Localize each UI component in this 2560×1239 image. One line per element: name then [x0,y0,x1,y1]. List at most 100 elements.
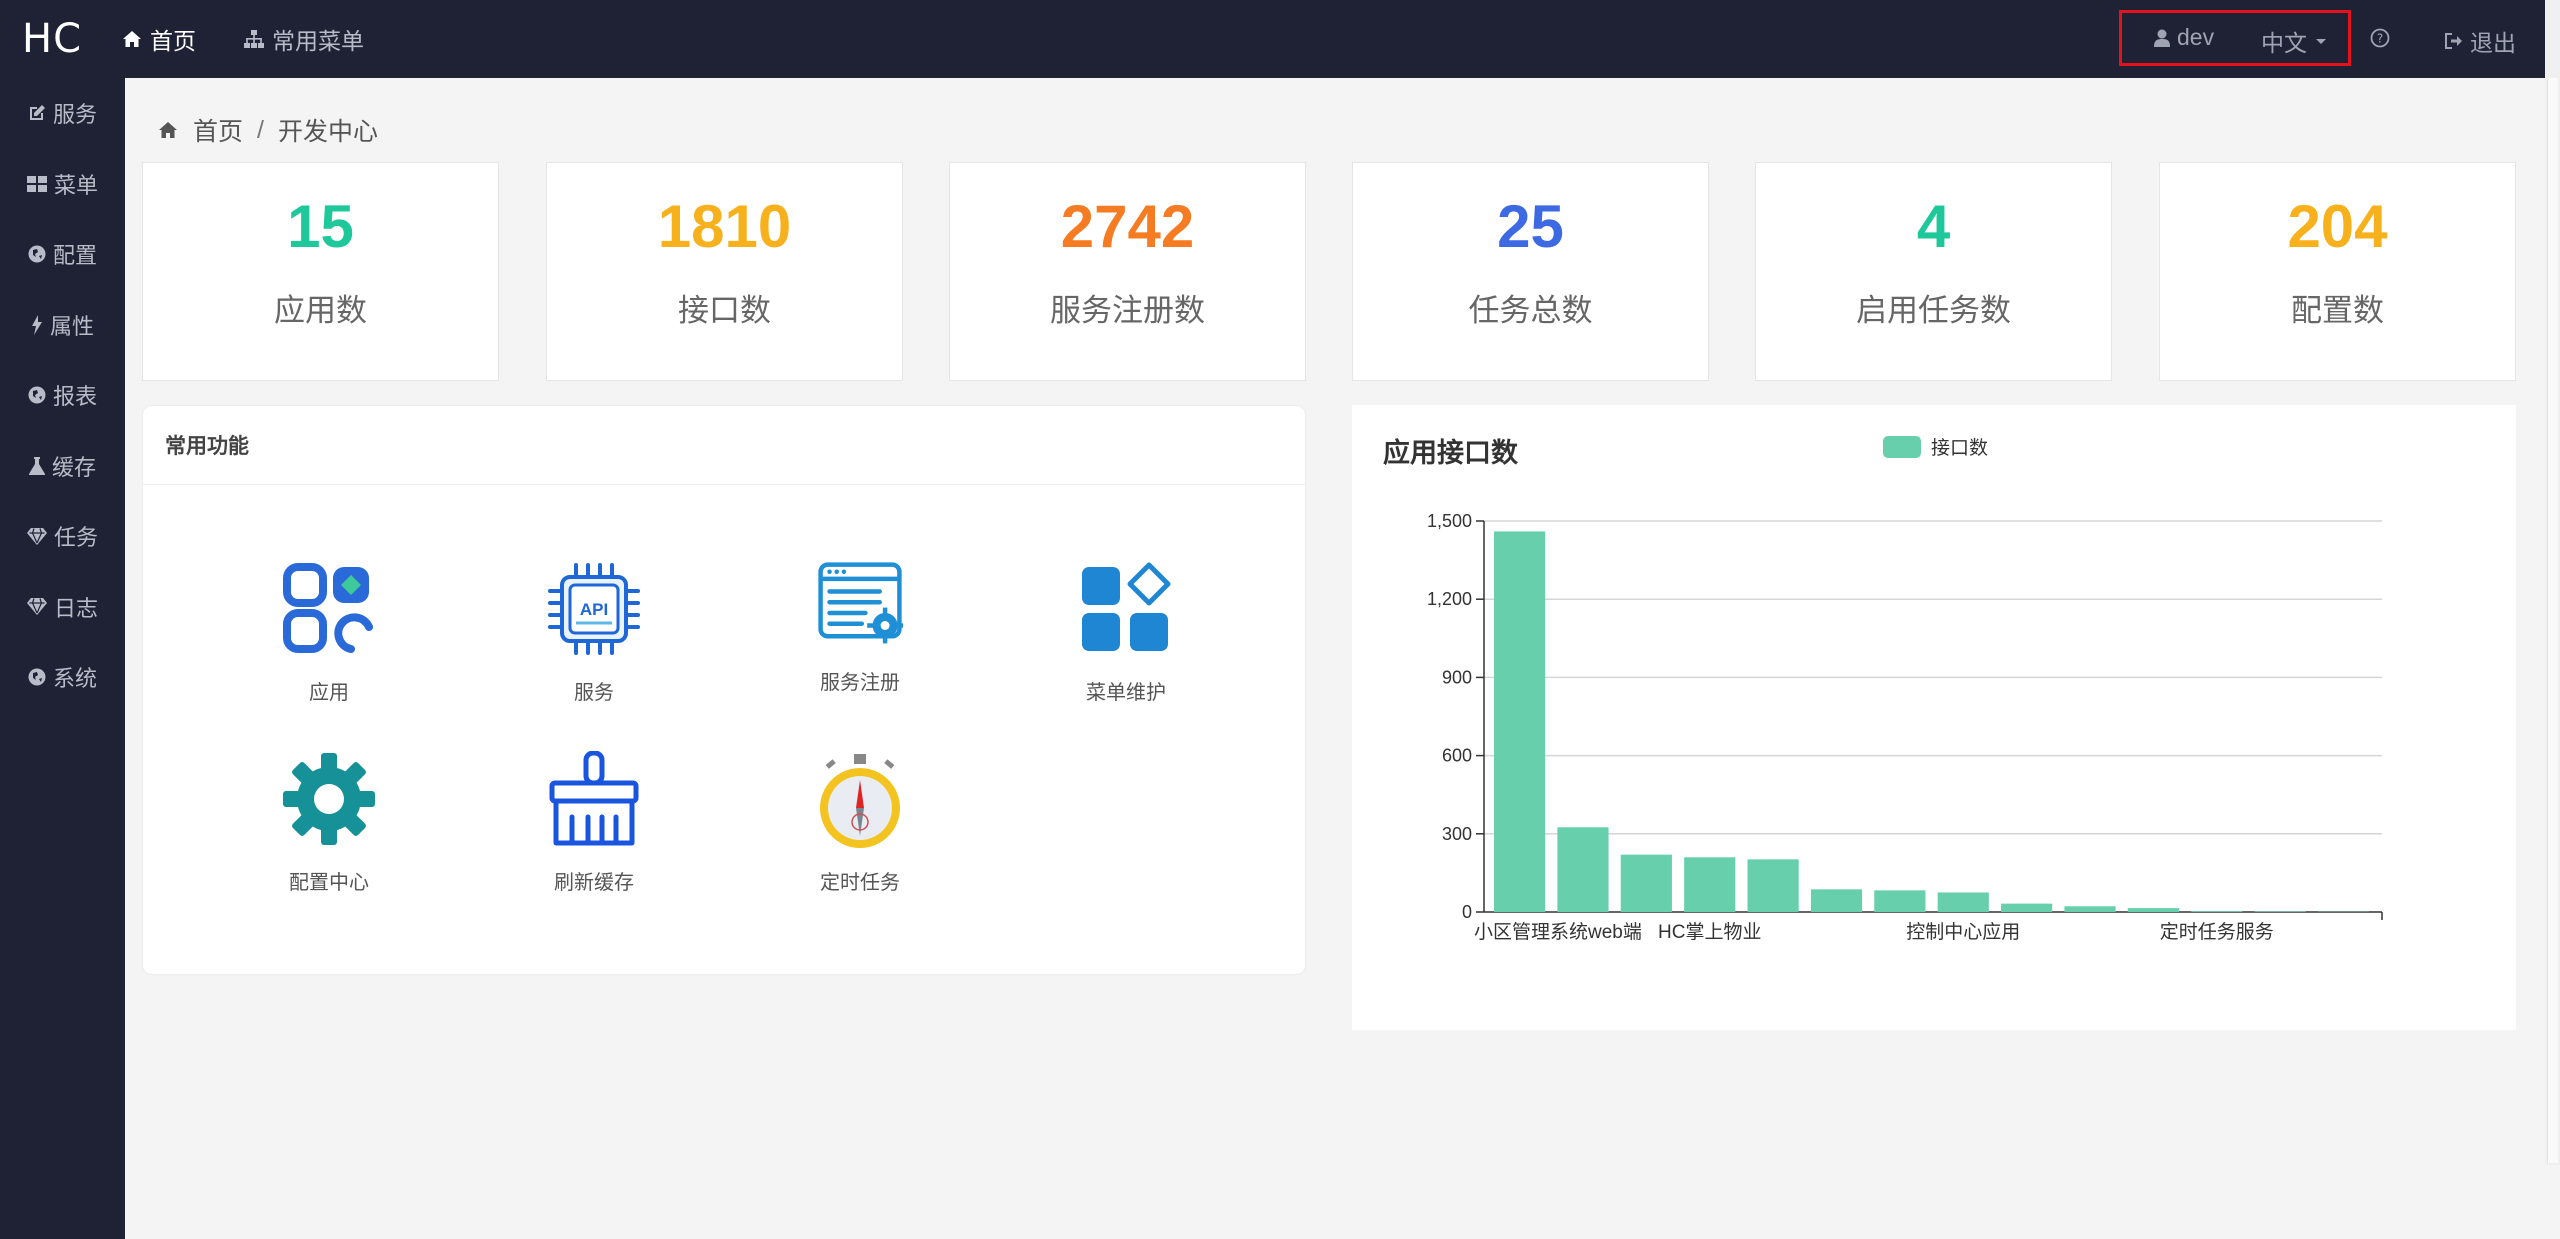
stat-label: 启用任务数 [1856,293,2011,328]
stat-card-total-tasks[interactable]: 25 任务总数 [1352,162,1709,381]
function-menu-maintenance[interactable]: 菜单维护 [1046,561,1206,705]
brand-logo[interactable]: HC [0,16,104,62]
sidebar-item-label: 配置 [52,243,97,269]
stat-card-apps[interactable]: 15 应用数 [142,162,499,381]
breadcrumb-separator: / [257,115,264,144]
menu-blocks-icon [1082,562,1171,651]
x-tick-label: 小区管理系统web端 [1474,921,1642,943]
stat-value: 204 [2287,193,2388,260]
sidebar-item-label: 日志 [53,595,98,621]
function-config-center[interactable]: 配置中心 [249,751,409,895]
stat-value: 25 [1497,193,1564,260]
stat-value: 2742 [1060,193,1195,260]
function-service-registration[interactable]: 服务注册 [780,561,940,695]
sidebar-item-report[interactable]: 报表 [0,360,125,431]
panel-title: 常用功能 [143,406,1305,485]
stat-label: 配置数 [2291,293,2384,328]
x-tick-label: HC掌上物业 [1658,921,1761,943]
function-service[interactable]: API 服务 [514,561,674,705]
stat-label: 接口数 [678,293,771,328]
bar [1620,854,1672,912]
function-label: 服务 [574,682,614,704]
bar [2254,911,2306,912]
function-label: 定时任务 [820,872,900,894]
bar [1684,857,1736,912]
stat-value: 15 [287,193,354,260]
sitemap-icon [244,30,264,48]
apps-icon [283,563,373,653]
common-functions-panel: 常用功能 应用 API 服务 服务注册 菜单维护 配置中心 刷新缓存 定时任务 [142,405,1306,975]
sidebar-item-cache[interactable]: 缓存 [0,431,125,502]
language-dropdown[interactable]: 中文 [2261,24,2326,58]
stat-card-interfaces[interactable]: 1810 接口数 [546,162,903,381]
bar [1937,892,1989,912]
function-label: 配置中心 [289,872,369,894]
sidebar-item-menu[interactable]: 菜单 [0,149,125,220]
bar [2127,908,2179,912]
stat-label: 应用数 [274,293,367,328]
sidebar-item-log[interactable]: 日志 [0,572,125,643]
y-tick-label: 900 [1442,667,1472,687]
stat-card-service-registrations[interactable]: 2742 服务注册数 [949,162,1306,381]
gear-icon [283,753,375,845]
nav-common-menu[interactable]: 常用菜单 [244,22,364,56]
bar [2191,911,2243,912]
function-apps[interactable]: 应用 [249,561,409,705]
sidebar-item-label: 缓存 [51,454,96,480]
diamond-icon [26,527,47,545]
sidebar-item-label: 菜单 [53,172,98,198]
y-tick-label: 600 [1442,746,1472,766]
bolt-icon [31,314,42,335]
x-tick-label: 定时任务服务 [2160,921,2274,943]
logout-button[interactable]: 退出 [2443,24,2516,58]
brush-icon [549,750,639,846]
y-tick-label: 1,200 [1427,589,1472,609]
y-tick-label: 300 [1442,824,1472,844]
bar [1810,889,1863,912]
sidebar-item-label: 系统 [52,666,97,692]
caret-down-icon [2316,38,2326,44]
register-window-icon [818,562,903,644]
sidebar-item-task[interactable]: 任务 [0,501,125,572]
globe-icon [28,386,46,404]
bar [2064,906,2116,912]
sidebar-item-config[interactable]: 配置 [0,219,125,290]
stat-card-enabled-tasks[interactable]: 4 启用任务数 [1755,162,2112,381]
edit-icon [29,105,45,121]
sign-out-icon [2445,33,2462,49]
sidebar: 服务 菜单 配置 属性 报表 缓存 任务 日志 系统 [0,78,125,1239]
bar [1747,859,1799,912]
breadcrumb-home[interactable]: 首页 [193,112,243,148]
vertical-scrollbar-thumb[interactable] [2547,78,2558,1163]
x-tick-label: 控制中心应用 [1906,921,2020,943]
help-button[interactable]: ? [2370,28,2390,48]
app-interface-chart-panel: 应用接口数 接口数 0 300 600 900 1,200 1,500 小区管理系统web端… [1352,405,2516,1030]
user-name: dev [2177,24,2215,50]
sidebar-item-label: 服务 [52,102,97,128]
function-label: 刷新缓存 [554,872,634,894]
stat-label: 任务总数 [1468,293,1593,328]
sidebar-item-system[interactable]: 系统 [0,642,125,713]
api-chip-icon: API [548,563,640,655]
sidebar-item-service[interactable]: 服务 [0,78,125,149]
home-icon [159,122,177,138]
sidebar-item-attribute[interactable]: 属性 [0,290,125,361]
bar [1494,531,1546,912]
stat-value: 4 [1916,193,1951,260]
grid-icon [26,175,47,192]
nav-home[interactable]: 首页 [122,22,196,56]
svg-text:API: API [580,600,608,619]
function-label: 菜单维护 [1086,682,1166,704]
flask-icon [28,456,45,475]
function-scheduled-tasks[interactable]: 定时任务 [780,751,940,895]
svg-text:?: ? [2377,32,2383,46]
stat-card-configs[interactable]: 204 配置数 [2159,162,2516,381]
breadcrumb: 首页 / 开发中心 [157,112,378,148]
nav-common-menu-label: 常用菜单 [272,28,364,54]
user-menu[interactable]: dev [2154,24,2214,51]
function-refresh-cache[interactable]: 刷新缓存 [514,750,674,895]
y-tick-label: 0 [1462,902,1472,922]
bar [1874,890,1926,912]
home-icon [123,31,141,47]
globe-icon [28,668,46,686]
